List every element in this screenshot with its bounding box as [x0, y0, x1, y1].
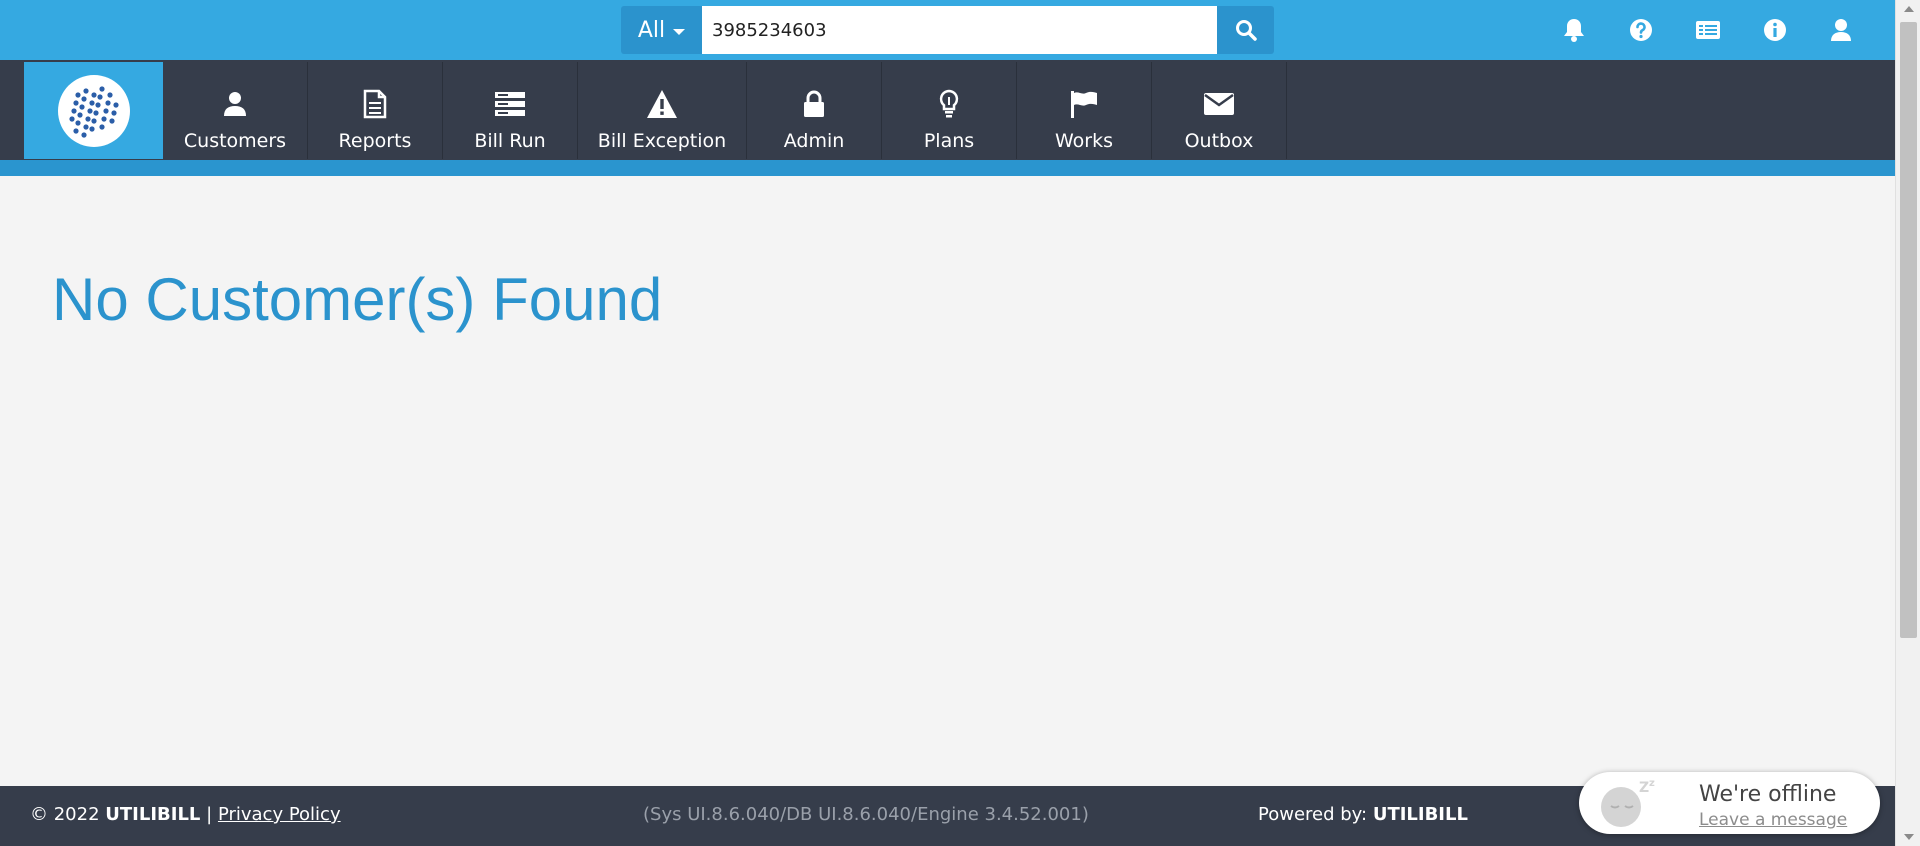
- nav-label: Admin: [783, 130, 845, 152]
- nav-works[interactable]: Works: [1017, 62, 1152, 159]
- privacy-policy-link[interactable]: Privacy Policy: [218, 804, 341, 825]
- caret-down-icon: [673, 28, 686, 35]
- leave-message-link[interactable]: Leave a message: [1699, 810, 1847, 830]
- chat-widget[interactable]: Z z We're offline Leave a message: [1579, 772, 1880, 834]
- search-input[interactable]: [702, 6, 1217, 54]
- bell-icon: [1564, 19, 1584, 42]
- search-icon: [1235, 20, 1257, 41]
- nav-plans[interactable]: Plans: [882, 62, 1017, 159]
- svg-text:Z: Z: [1639, 780, 1649, 796]
- footer-copyright: © 2022 UTILIBILL | Privacy Policy: [30, 804, 341, 825]
- scroll-down-arrow-icon[interactable]: [1904, 834, 1914, 840]
- footer-brand: UTILIBILL: [105, 804, 201, 825]
- nav-label: Works: [1054, 130, 1113, 152]
- ledger-icon: [1696, 21, 1720, 39]
- scroll-up-arrow-icon[interactable]: [1904, 6, 1914, 12]
- vertical-scrollbar[interactable]: [1895, 0, 1920, 846]
- flag-icon: [1071, 91, 1097, 118]
- powered-by: Powered by: UTILIBILL: [1258, 804, 1468, 825]
- user-icon: [1831, 19, 1851, 41]
- server-icon: [495, 92, 525, 116]
- nav-accent-stripe: [0, 160, 1895, 176]
- top-bar: All: [0, 0, 1895, 60]
- powered-by-label: Powered by:: [1258, 804, 1368, 825]
- powered-by-brand: UTILIBILL: [1372, 804, 1468, 825]
- ledger-button[interactable]: [1692, 14, 1724, 46]
- footer-separator: |: [206, 804, 213, 825]
- nav-admin[interactable]: Admin: [747, 62, 882, 159]
- warning-icon: [647, 90, 677, 118]
- help-button[interactable]: [1625, 14, 1657, 46]
- nav-bill-run[interactable]: Bill Run: [443, 62, 578, 159]
- nav-reports[interactable]: Reports: [308, 62, 443, 159]
- utilibill-logo-icon: [57, 74, 130, 147]
- search-scope-dropdown[interactable]: All: [621, 6, 702, 54]
- search-scope-label: All: [637, 17, 666, 43]
- search-bar: All: [621, 6, 1274, 54]
- envelope-icon: [1204, 93, 1234, 115]
- nav-label: Customers: [183, 130, 287, 152]
- chat-status: We're offline: [1699, 782, 1837, 807]
- user-menu-button[interactable]: [1825, 14, 1857, 46]
- copyright-text: © 2022: [30, 804, 100, 825]
- notifications-button[interactable]: [1558, 14, 1590, 46]
- nav-label: Outbox: [1184, 130, 1254, 152]
- document-icon: [363, 89, 387, 119]
- nav-customers[interactable]: Customers: [163, 62, 308, 159]
- svg-text:z: z: [1649, 778, 1655, 789]
- nav-outbox[interactable]: Outbox: [1152, 62, 1287, 159]
- search-button[interactable]: [1217, 6, 1274, 54]
- nav-label: Bill Exception: [597, 130, 727, 152]
- user-icon: [224, 92, 246, 116]
- logo-home-link[interactable]: [24, 62, 163, 159]
- nav-label: Bill Run: [474, 130, 546, 152]
- nav-label: Reports: [338, 130, 412, 152]
- info-button[interactable]: [1759, 14, 1791, 46]
- sleeping-face-icon: Z z: [1601, 778, 1655, 827]
- main-nav: Customers Reports Bill Run Bill Exceptio…: [0, 60, 1895, 160]
- scrollbar-thumb[interactable]: [1900, 22, 1917, 638]
- version-info: (Sys UI.8.6.040/DB UI.8.6.040/Engine 3.4…: [643, 804, 1089, 825]
- info-icon: [1764, 19, 1786, 41]
- lightbulb-icon: [939, 89, 959, 118]
- help-icon: [1630, 19, 1652, 41]
- nav-label: Plans: [923, 130, 975, 152]
- lock-icon: [804, 90, 824, 117]
- nav-bill-exception[interactable]: Bill Exception: [578, 62, 747, 159]
- page-title: No Customer(s) Found: [52, 266, 663, 333]
